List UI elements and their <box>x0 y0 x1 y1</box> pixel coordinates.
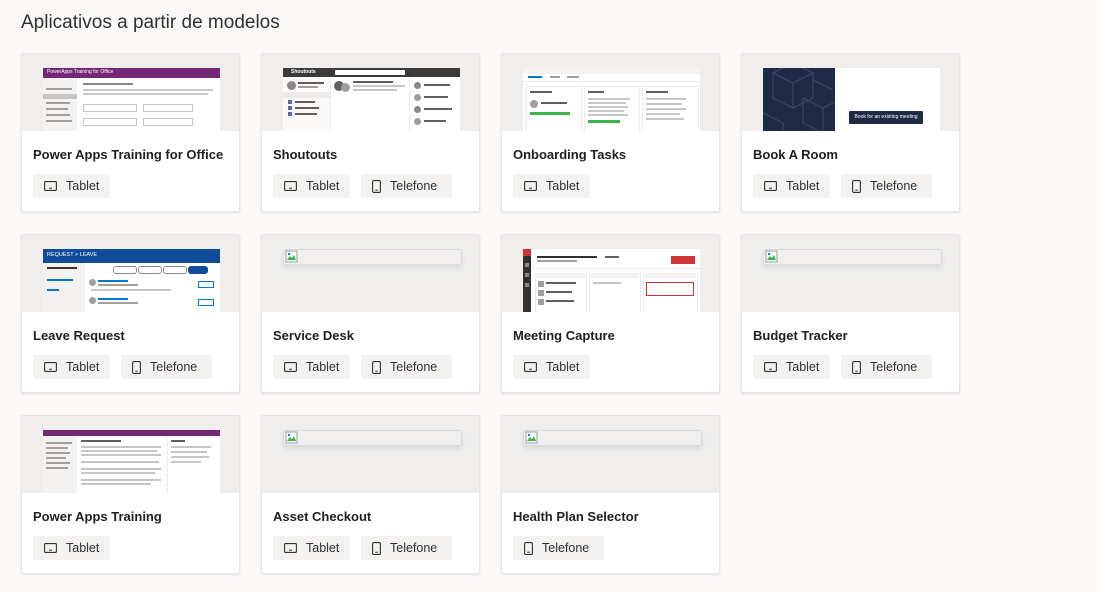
tablet-badge: Tablet <box>33 536 110 560</box>
tablet-badge: Tablet <box>33 174 110 198</box>
thumbnail <box>262 235 479 312</box>
phone-icon <box>372 541 381 555</box>
phone-badge: Telefone <box>361 174 452 198</box>
card-title: Power Apps Training <box>33 509 162 524</box>
tablet-badge: Tablet <box>33 355 110 379</box>
phone-icon <box>132 360 141 374</box>
phone-icon <box>524 541 533 555</box>
thumbnail <box>502 235 719 312</box>
template-card-asset-checkout[interactable]: Asset Checkout Tablet Telefone <box>261 415 480 574</box>
template-card-leave-request[interactable]: REQUEST > LEAVE Leave Request Tablet Tel… <box>21 234 240 393</box>
broken-image-icon <box>523 430 702 446</box>
tablet-badge: Tablet <box>513 355 590 379</box>
phone-icon <box>372 360 381 374</box>
broken-image-icon <box>283 249 462 265</box>
thumbnail: REQUEST > LEAVE <box>22 235 239 312</box>
template-card-service-desk[interactable]: Service Desk Tablet Telefone <box>261 234 480 393</box>
tablet-icon <box>764 362 777 372</box>
phone-badge: Telefone <box>841 355 932 379</box>
thumbnail <box>502 54 719 131</box>
card-title: Onboarding Tasks <box>513 147 627 162</box>
thumbnail <box>502 416 719 493</box>
tablet-label: Tablet <box>546 179 580 193</box>
card-title: Budget Tracker <box>753 328 848 343</box>
tablet-label: Tablet <box>306 360 340 374</box>
card-title: Meeting Capture <box>513 328 615 343</box>
template-grid: PowerApps Training for Office Power Apps… <box>21 53 960 574</box>
phone-label: Telefone <box>390 541 438 555</box>
phone-label: Telefone <box>390 360 438 374</box>
phone-label: Telefone <box>390 179 438 193</box>
thumbnail-header-text: PowerApps Training for Office <box>47 69 114 75</box>
thumbnail: Shoutouts <box>262 54 479 131</box>
tablet-label: Tablet <box>786 179 820 193</box>
template-card-shoutouts[interactable]: Shoutouts Shoutouts Tablet Telefone <box>261 53 480 212</box>
thumbnail <box>22 416 239 493</box>
phone-label: Telefone <box>870 179 918 193</box>
thumbnail <box>742 235 959 312</box>
phone-badge: Telefone <box>841 174 932 198</box>
template-card-meeting-capture[interactable]: Meeting Capture Tablet <box>501 234 720 393</box>
tablet-icon <box>764 181 777 191</box>
template-card-book-a-room[interactable]: Book for an existing meeting Book A Room… <box>741 53 960 212</box>
tablet-label: Tablet <box>306 179 340 193</box>
card-title: Asset Checkout <box>273 509 372 524</box>
card-title: Power Apps Training for Office <box>33 147 224 162</box>
thumbnail-header-text: Shoutouts <box>291 69 316 75</box>
thumbnail-button-text: Book for an existing meeting <box>854 114 918 120</box>
thumbnail: Book for an existing meeting <box>742 54 959 131</box>
tablet-badge: Tablet <box>513 174 590 198</box>
tablet-badge: Tablet <box>273 536 350 560</box>
tablet-label: Tablet <box>66 179 100 193</box>
thumbnail-header-text: REQUEST > LEAVE <box>47 252 98 258</box>
phone-label: Telefone <box>870 360 918 374</box>
tablet-badge: Tablet <box>273 174 350 198</box>
tablet-label: Tablet <box>66 360 100 374</box>
tablet-label: Tablet <box>66 541 100 555</box>
tablet-label: Tablet <box>786 360 820 374</box>
card-title: Leave Request <box>33 328 125 343</box>
template-card-budget-tracker[interactable]: Budget Tracker Tablet Telefone <box>741 234 960 393</box>
tablet-icon <box>44 543 57 553</box>
tablet-label: Tablet <box>546 360 580 374</box>
template-card-health-plan-selector[interactable]: Health Plan Selector Telefone <box>501 415 720 574</box>
tablet-label: Tablet <box>306 541 340 555</box>
phone-label: Telefone <box>542 541 590 555</box>
template-card-power-apps-training-for-office[interactable]: PowerApps Training for Office Power Apps… <box>21 53 240 212</box>
tablet-badge: Tablet <box>273 355 350 379</box>
card-title: Health Plan Selector <box>513 509 639 524</box>
tablet-icon <box>284 181 297 191</box>
card-title: Service Desk <box>273 328 354 343</box>
template-card-power-apps-training[interactable]: Power Apps Training Tablet <box>21 415 240 574</box>
phone-badge: Telefone <box>121 355 212 379</box>
tablet-badge: Tablet <box>753 174 830 198</box>
card-title: Book A Room <box>753 147 838 162</box>
phone-badge: Telefone <box>361 355 452 379</box>
phone-badge: Telefone <box>513 536 604 560</box>
phone-icon <box>852 360 861 374</box>
broken-image-icon <box>283 430 462 446</box>
page-title: Aplicativos a partir de modelos <box>21 12 280 33</box>
card-title: Shoutouts <box>273 147 338 162</box>
tablet-icon <box>44 362 57 372</box>
phone-icon <box>372 179 381 193</box>
phone-badge: Telefone <box>361 536 452 560</box>
phone-label: Telefone <box>150 360 198 374</box>
tablet-icon <box>284 362 297 372</box>
template-card-onboarding-tasks[interactable]: Onboarding Tasks Tablet <box>501 53 720 212</box>
tablet-icon <box>524 181 537 191</box>
tablet-icon <box>44 181 57 191</box>
thumbnail <box>262 416 479 493</box>
tablet-icon <box>524 362 537 372</box>
phone-icon <box>852 179 861 193</box>
thumbnail: PowerApps Training for Office <box>22 54 239 131</box>
broken-image-icon <box>763 249 942 265</box>
tablet-badge: Tablet <box>753 355 830 379</box>
tablet-icon <box>284 543 297 553</box>
